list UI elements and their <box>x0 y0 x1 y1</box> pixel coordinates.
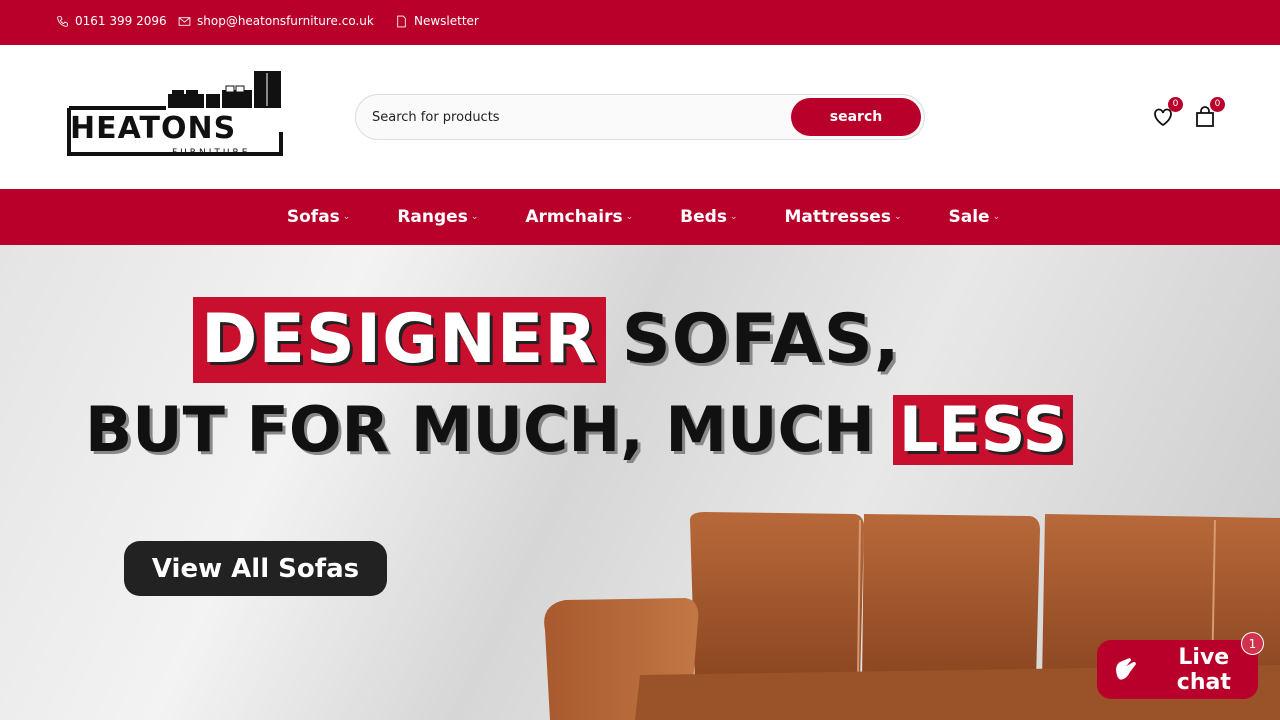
nav-item-label: Ranges <box>397 207 468 227</box>
newsletter-label: Newsletter <box>414 14 479 28</box>
nav-item-sale[interactable]: Sale ⌄ <box>922 207 1021 227</box>
phone-link[interactable]: 0161 399 2096 <box>56 14 167 28</box>
chevron-down-icon: ⌄ <box>992 212 1001 222</box>
wishlist-button[interactable]: 0 <box>1151 97 1183 129</box>
nav-item-label: Armchairs <box>525 207 623 227</box>
cart-button[interactable]: 0 <box>1193 97 1225 129</box>
wave-hand-icon <box>1116 657 1136 680</box>
hero-headline-line2: BUT FOR MUCH, MUCH LESS <box>85 393 1074 466</box>
chevron-down-icon: ⌄ <box>893 212 902 222</box>
nav-item-armchairs[interactable]: Armchairs ⌄ <box>498 207 653 227</box>
site-logo[interactable]: HEATONS FURNITURE <box>66 70 284 160</box>
search-bar: search <box>355 94 925 140</box>
site-header: HEATONS FURNITURE search 0 0 <box>0 45 1280 189</box>
logo-wordmark: HEATONS <box>70 111 237 146</box>
hero-headline-line1: DESIGNER SOFAS, <box>193 297 901 383</box>
hero-highlight-designer: DESIGNER <box>193 297 606 383</box>
newsletter-icon <box>397 15 406 27</box>
nav-item-mattresses[interactable]: Mattresses ⌄ <box>758 207 922 227</box>
mail-icon <box>178 16 191 26</box>
hero-text-much-less: BUT FOR MUCH, MUCH <box>85 393 875 466</box>
nav-item-label: Mattresses <box>784 207 891 227</box>
chevron-down-icon: ⌄ <box>470 212 479 222</box>
hero-text-sofas: SOFAS, <box>621 300 901 379</box>
hero-banner[interactable]: DESIGNER SOFAS, BUT FOR MUCH, MUCH LESS … <box>0 245 1280 720</box>
view-all-sofas-button[interactable]: View All Sofas <box>124 541 387 596</box>
nav-item-label: Beds <box>680 207 727 227</box>
search-input[interactable] <box>372 105 772 129</box>
search-button[interactable]: search <box>791 98 921 136</box>
chat-notification-badge: 1 <box>1241 632 1264 655</box>
chevron-down-icon: ⌄ <box>342 212 351 222</box>
logo-subtitle: FURNITURE <box>172 148 251 158</box>
nav-item-ranges[interactable]: Ranges ⌄ <box>370 207 498 227</box>
top-bar: 0161 399 2096 shop@heatonsfurniture.co.u… <box>0 0 1280 45</box>
wishlist-count-badge: 0 <box>1168 97 1183 112</box>
hero-highlight-less: LESS <box>892 395 1074 465</box>
live-chat-label: Live chat <box>1176 644 1231 695</box>
phone-icon <box>57 15 68 27</box>
email-address: shop@heatonsfurniture.co.uk <box>197 14 374 28</box>
nav-item-beds[interactable]: Beds ⌄ <box>653 207 757 227</box>
chevron-down-icon: ⌄ <box>625 212 634 222</box>
phone-number: 0161 399 2096 <box>75 14 167 28</box>
chevron-down-icon: ⌄ <box>729 212 738 222</box>
cart-count-badge: 0 <box>1210 97 1225 112</box>
nav-item-label: Sofas <box>286 207 340 227</box>
newsletter-link[interactable]: Newsletter <box>395 14 479 28</box>
main-nav: Sofas ⌄ Ranges ⌄ Armchairs ⌄ Beds ⌄ Mattress… <box>0 189 1280 245</box>
live-chat-button[interactable]: Live chat <box>1097 640 1258 699</box>
nav-item-label: Sale <box>948 207 990 227</box>
email-link[interactable]: shop@heatonsfurniture.co.uk <box>178 14 374 28</box>
nav-item-sofas[interactable]: Sofas ⌄ <box>260 207 370 227</box>
